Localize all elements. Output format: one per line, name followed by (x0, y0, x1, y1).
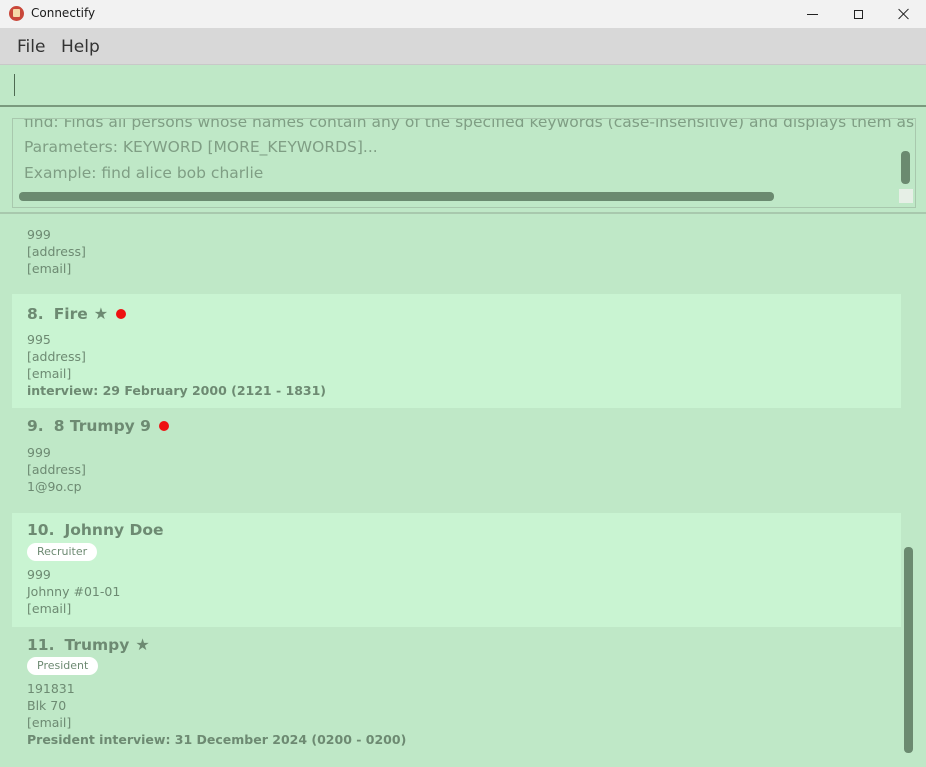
result-display[interactable]: find: Finds all persons whose names cont… (12, 118, 916, 208)
close-icon (898, 8, 910, 20)
person-card[interactable]: 8. Fire ★ 995 [address] [email] intervie… (12, 294, 901, 408)
person-card-partial[interactable]: 999 [address] [email] (12, 224, 901, 294)
card-name: Trumpy (64, 635, 130, 654)
star-icon: ★ (135, 635, 150, 654)
list-scrollbar[interactable] (904, 547, 913, 753)
card-interview: interview: 29 February 2000 (2121 - 1831… (27, 383, 327, 398)
card-address: [address] (27, 462, 86, 477)
title-bar: Connectify (0, 0, 926, 28)
result-text-example: Example: find alice bob charlie (24, 164, 264, 182)
person-list[interactable]: 999 [address] [email] 8. Fire ★ 995 [add… (12, 224, 901, 758)
result-text-usage: find: Finds all persons whose names cont… (24, 118, 916, 131)
flag-dot-icon (116, 308, 127, 319)
card-name: Johnny Doe (64, 521, 164, 539)
window-title: Connectify (31, 6, 96, 20)
card-header: 8. Fire ★ (27, 304, 127, 323)
result-vertical-scrollbar[interactable] (901, 151, 910, 184)
card-name: Fire (53, 304, 88, 323)
tag-badge: Recruiter (27, 543, 98, 561)
command-input[interactable] (16, 71, 910, 101)
maximize-icon (853, 9, 863, 19)
card-address: [address] (27, 244, 86, 259)
tag-badge: President (27, 657, 99, 675)
person-card[interactable]: 10. Johnny Doe Recruiter 999 Johnny #01-… (12, 513, 901, 627)
result-horizontal-scrollbar[interactable] (19, 192, 774, 201)
command-box (0, 65, 926, 107)
card-email: [email] (27, 261, 72, 276)
card-name: 8 Trumpy 9 (53, 417, 151, 435)
person-card[interactable]: 9. 8 Trumpy 9 999 [address] 1@9o.cp (12, 408, 901, 513)
card-address: Johnny #01-01 (27, 584, 121, 599)
minimize-icon (806, 13, 818, 15)
star-icon: ★ (93, 304, 109, 323)
flag-dot-icon (158, 421, 169, 431)
card-address: [address] (27, 349, 86, 364)
card-phone: 995 (27, 332, 51, 347)
split-divider[interactable] (0, 212, 926, 214)
card-index: 11. (27, 635, 55, 654)
card-phone: 999 (27, 445, 51, 460)
card-index: 9. (27, 417, 44, 435)
scrollbar-corner (899, 189, 913, 203)
text-cursor (14, 74, 15, 96)
card-email: 1@9o.cp (27, 479, 82, 494)
close-button[interactable] (881, 0, 926, 28)
maximize-button[interactable] (835, 0, 881, 28)
card-header: 11. Trumpy ★ (27, 635, 150, 654)
result-text-parameters: Parameters: KEYWORD [MORE_KEYWORDS]... (24, 138, 378, 156)
card-phone: 191831 (27, 681, 75, 696)
menu-file[interactable]: File (17, 37, 45, 57)
card-address: Blk 70 (27, 698, 67, 713)
menu-help[interactable]: Help (61, 37, 100, 57)
card-phone: 999 (27, 227, 51, 242)
card-email: [email] (27, 601, 72, 616)
menu-bar: File Help (0, 28, 926, 65)
card-index: 8. (27, 304, 44, 323)
card-header: 9. 8 Trumpy 9 (27, 417, 169, 435)
card-header: 10. Johnny Doe (27, 521, 164, 539)
card-email: [email] (27, 715, 72, 730)
person-card[interactable]: 11. Trumpy ★ President 191831 Blk 70 [em… (12, 627, 901, 758)
card-interview: President interview: 31 December 2024 (0… (27, 732, 407, 747)
card-index: 10. (27, 521, 55, 539)
app-logo-icon (9, 6, 24, 21)
card-email: [email] (27, 366, 72, 381)
card-phone: 999 (27, 567, 51, 582)
minimize-button[interactable] (789, 0, 835, 28)
